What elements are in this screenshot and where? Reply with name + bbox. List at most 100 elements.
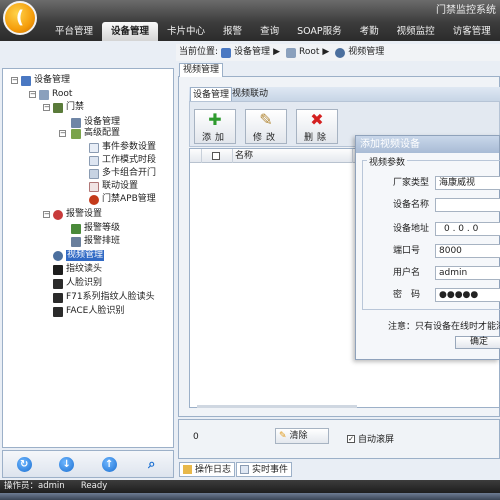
edit-button[interactable]: ✎ 修改	[245, 109, 287, 144]
schedule-icon	[71, 236, 81, 247]
tree-collapse-toggle[interactable]: −	[43, 104, 50, 111]
f71-reader-icon	[53, 292, 63, 303]
app-title: 门禁监控系统	[436, 5, 496, 16]
username-field[interactable]: admin	[435, 266, 500, 280]
confirm-button[interactable]: 确定	[455, 336, 500, 349]
port-field[interactable]: 8000	[435, 244, 500, 258]
menu-item-attendance[interactable]: 考勤	[351, 22, 388, 41]
breadcrumb-item-device[interactable]: 设备管理	[234, 44, 270, 61]
camera-icon	[335, 47, 346, 58]
tree-item-access-control[interactable]: 门禁	[53, 102, 84, 113]
tree-item-multi-card[interactable]: 多卡组合开门	[89, 168, 156, 179]
computer-icon	[221, 47, 232, 58]
delete-icon: ✖	[310, 110, 324, 129]
tree-item-f71-reader[interactable]: F71系列指纹人脸读头	[53, 292, 155, 303]
dialog-title[interactable]: 添加视频设备	[356, 136, 499, 153]
move-down-icon[interactable]: ↓	[59, 456, 75, 472]
menu-item-card[interactable]: 卡片中心	[158, 22, 214, 41]
fingerprint-reader-icon	[53, 264, 63, 275]
tab-video-linkage[interactable]: 视频联动	[230, 87, 270, 101]
tree-item-face-recognition[interactable]: 人脸识别	[53, 278, 102, 289]
vendor-type-select[interactable]: 海康威视	[435, 176, 500, 190]
edit-icon: ✎	[259, 110, 273, 129]
device-name-field[interactable]	[435, 198, 500, 212]
tree-item-device-manage[interactable]: 设备管理	[71, 117, 120, 128]
clear-button[interactable]: ✎ 清除	[275, 428, 329, 444]
menu-item-query[interactable]: 查询	[251, 22, 288, 41]
plus-icon: ✚	[208, 110, 222, 129]
log-icon	[183, 465, 192, 474]
taskbar	[0, 493, 500, 500]
breadcrumb-arrow-icon: ▶	[273, 47, 280, 57]
refresh-icon[interactable]: ↻	[16, 456, 32, 472]
app-logo-icon: (	[3, 1, 37, 35]
grid-checkbox-column[interactable]	[202, 149, 233, 163]
tree-item-linkage[interactable]: 联动设置	[89, 181, 138, 192]
server-icon	[285, 47, 296, 58]
tab-operation-log[interactable]: 操作日志	[179, 462, 236, 477]
menu-item-video[interactable]: 视频监控	[388, 22, 444, 41]
breadcrumb-item-root[interactable]: Root	[299, 44, 319, 61]
device-name-label: 设备名称	[393, 200, 430, 210]
alarm-icon	[53, 209, 63, 220]
operator-label: 操作员：admin	[4, 481, 65, 491]
tree-item-face-id[interactable]: FACE人脸识别	[53, 306, 124, 317]
delete-button[interactable]: ✖ 删除	[296, 109, 338, 144]
tree-item-video-manage[interactable]: 视频管理	[53, 250, 105, 261]
tree-item-fingerprint[interactable]: 指纹读头	[53, 264, 102, 275]
menu-item-device[interactable]: 设备管理	[102, 22, 159, 41]
menu-item-soap[interactable]: SOAP服务	[288, 22, 351, 41]
breadcrumb: 当前位置: 设备管理 ▶ Root ▶ 视频管理	[176, 44, 500, 61]
tab-video-manage[interactable]: 视频管理	[179, 63, 224, 77]
document-icon	[89, 142, 99, 153]
tree-item-event-params[interactable]: 事件参数设置	[89, 142, 156, 153]
tree-collapse-toggle[interactable]: −	[11, 77, 18, 84]
grid-column-name[interactable]: 名称	[233, 149, 353, 163]
tree-item-work-mode[interactable]: 工作模式时段	[89, 155, 156, 166]
log-tab-strip: 操作日志 实时事件	[178, 460, 500, 478]
tree-item-advanced-config[interactable]: 高级配置	[71, 128, 120, 139]
auto-scroll-toggle[interactable]: ✓ 自动滚屏	[347, 432, 394, 445]
grid-row-indicator	[190, 149, 202, 163]
menu-item-visitor[interactable]: 访客管理	[444, 22, 500, 41]
tree-item-apb[interactable]: 门禁APB管理	[89, 194, 156, 205]
tree-collapse-toggle[interactable]: −	[59, 130, 66, 137]
select-all-checkbox[interactable]	[212, 152, 220, 160]
apb-icon	[89, 194, 99, 205]
event-panel: 0 ✎ 清除 ✓ 自动滚屏	[178, 419, 500, 459]
events-icon	[240, 465, 249, 474]
tab-device-manage[interactable]: 设备管理	[190, 87, 233, 101]
add-video-device-dialog: 添加视频设备 视频参数 厂家类型 海康威视 设备名称 设备地址 0 . 0 . …	[355, 135, 500, 360]
device-address-field[interactable]: 0 . 0 . 0	[435, 222, 500, 236]
face-reader-icon	[53, 278, 63, 289]
tree-item-root[interactable]: Root	[39, 89, 72, 100]
grid-scrollbar[interactable]	[197, 405, 357, 408]
tree-item-root-device[interactable]: 设备管理	[21, 75, 70, 86]
search-icon[interactable]: ⌕	[144, 457, 159, 472]
tree-item-alarm-settings[interactable]: 报警设置	[53, 209, 102, 220]
sub-tab-strip: 设备管理 视频联动	[189, 87, 500, 101]
breadcrumb-item-video[interactable]: 视频管理	[348, 44, 384, 61]
menu-item-platform[interactable]: 平台管理	[46, 22, 102, 41]
server-icon	[39, 89, 49, 100]
auto-scroll-checkbox[interactable]: ✓	[347, 434, 355, 443]
username-label: 用户名	[393, 268, 421, 278]
password-field[interactable]: ●●●●●	[435, 288, 500, 302]
tree-item-alarm-level[interactable]: 报警等级	[71, 223, 120, 234]
tree-collapse-toggle[interactable]: −	[43, 211, 50, 218]
status-bar: 操作员：admin Ready	[0, 480, 500, 493]
tree-item-alarm-schedule[interactable]: 报警排班	[71, 236, 120, 247]
top-bar: ( 门禁监控系统 平台管理 设备管理 卡片中心 报警 查询 SOAP服务 考勤 …	[0, 0, 500, 41]
page-tab-strip: 视频管理	[178, 62, 500, 77]
device-icon	[71, 117, 81, 128]
tab-realtime-events[interactable]: 实时事件	[236, 462, 293, 477]
tree-collapse-toggle[interactable]: −	[29, 91, 36, 98]
vendor-type-label: 厂家类型	[393, 178, 430, 188]
event-count: 0	[193, 432, 199, 442]
move-up-icon[interactable]: ↑	[101, 456, 117, 472]
port-label: 端口号	[393, 246, 421, 256]
menu-item-alarm[interactable]: 报警	[214, 22, 251, 41]
device-tree-panel: − 设备管理 − Root − 门禁 设备管理 − 高级配置 事件参数设置 工作…	[2, 68, 174, 448]
eraser-icon: ✎	[279, 431, 287, 441]
add-button[interactable]: ✚ 添加	[194, 109, 236, 144]
